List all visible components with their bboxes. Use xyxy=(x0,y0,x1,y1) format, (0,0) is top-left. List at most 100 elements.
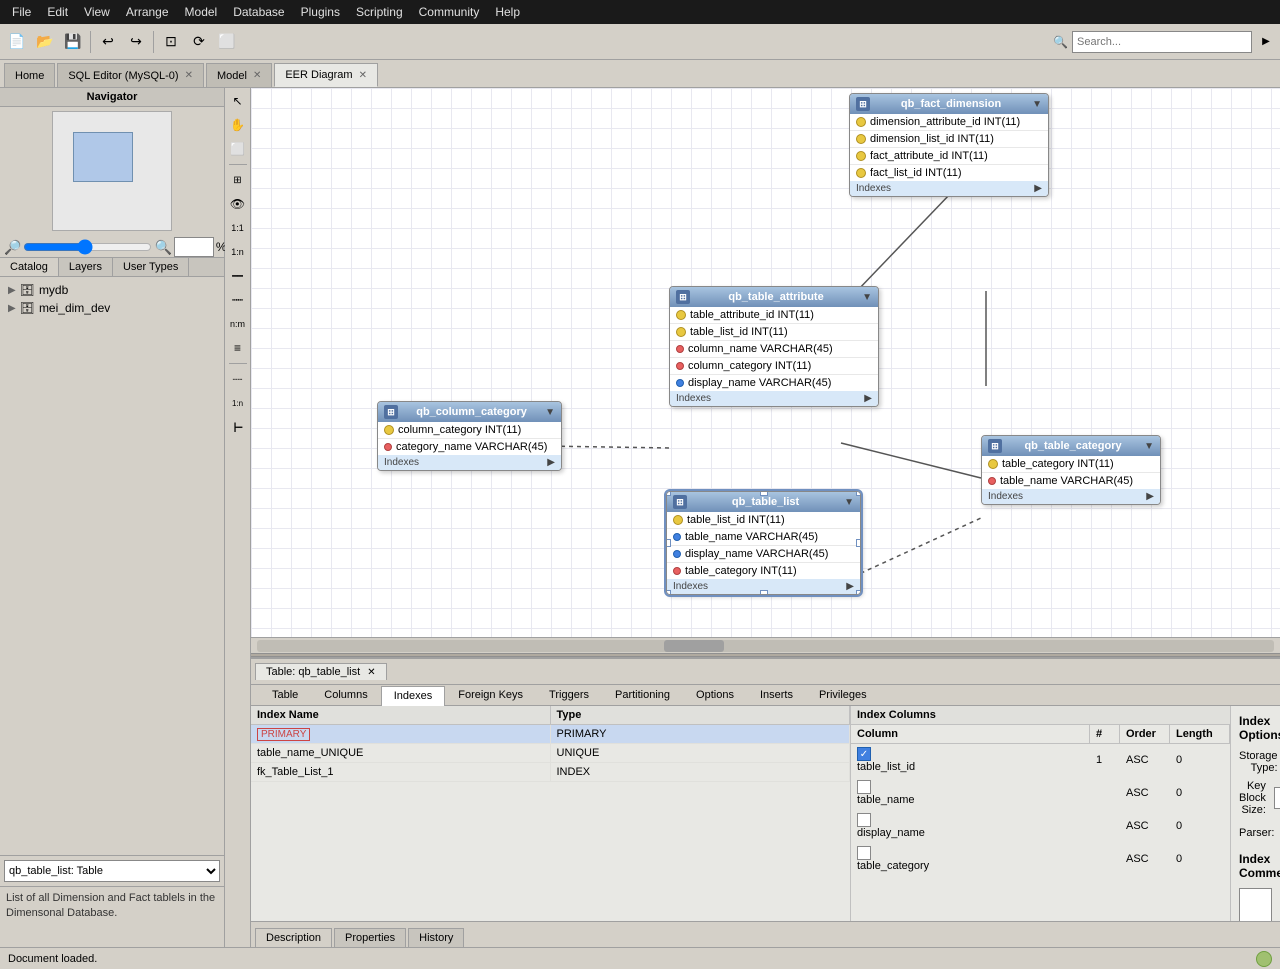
tab-model-close[interactable]: ✕ xyxy=(253,70,261,81)
print-button[interactable]: ⬜ xyxy=(214,29,240,55)
eer-table-footer-attribute[interactable]: Indexes ▶ xyxy=(670,391,878,406)
eer-table-footer-column-category[interactable]: Indexes ▶ xyxy=(378,455,561,470)
bottom-panel-tab-close[interactable]: ✕ xyxy=(367,667,375,678)
editor-tab-options[interactable]: Options xyxy=(683,685,747,705)
editor-tab-indexes[interactable]: Indexes xyxy=(381,686,446,706)
menu-help[interactable]: Help xyxy=(487,3,528,21)
indexes-expand-btn[interactable]: ▶ xyxy=(547,457,555,468)
indexes-expand-btn[interactable]: ▶ xyxy=(846,581,854,592)
menu-database[interactable]: Database xyxy=(225,3,292,21)
zoom-in-button[interactable]: 🔍 xyxy=(154,239,171,256)
place-table[interactable]: ≡ xyxy=(227,337,249,359)
menu-scripting[interactable]: Scripting xyxy=(348,3,411,21)
zoom-value-input[interactable]: 100 xyxy=(174,237,214,257)
search-expand-button[interactable]: ▶ xyxy=(1256,29,1276,55)
canvas-scrollbar-horizontal[interactable] xyxy=(251,637,1280,653)
tab-sql-editor-close[interactable]: ✕ xyxy=(185,70,193,81)
relation-ident[interactable]: ┅┅ xyxy=(227,289,249,311)
relation-1-n[interactable]: 1:n xyxy=(227,241,249,263)
panel-tab-user-types[interactable]: User Types xyxy=(113,258,189,276)
eer-table-qb-fact-dimension[interactable]: ⊞ qb_fact_dimension ▼ dimension_attribut… xyxy=(849,93,1049,197)
open-file-button[interactable]: 📂 xyxy=(32,29,58,55)
menu-model[interactable]: Model xyxy=(177,3,226,21)
eer-table-qb-table-attribute[interactable]: ⊞ qb_table_attribute ▼ table_attribute_i… xyxy=(669,286,879,407)
eer-table-header-column-category[interactable]: ⊞ qb_column_category ▼ xyxy=(378,402,561,422)
pointer-tool[interactable]: ↖ xyxy=(227,90,249,112)
index-row-fk[interactable]: fk_Table_List_1 INDEX xyxy=(251,763,850,782)
view-tool[interactable]: 👁 xyxy=(227,193,249,215)
table-menu-btn-attribute[interactable]: ▼ xyxy=(862,292,872,303)
eer-table-qb-table-list[interactable]: ⊞ qb_table_list ▼ table_list_id INT(11) … xyxy=(666,491,861,595)
menu-edit[interactable]: Edit xyxy=(39,3,76,21)
zoom-slider[interactable] xyxy=(23,239,152,255)
icol-cell-checkbox-3[interactable]: display_name xyxy=(851,810,1090,843)
eer-table-qb-column-category[interactable]: ⊞ qb_column_category ▼ column_category I… xyxy=(377,401,562,471)
menu-view[interactable]: View xyxy=(76,3,118,21)
index-row-unique[interactable]: table_name_UNIQUE UNIQUE xyxy=(251,744,850,763)
btm-tab-description[interactable]: Description xyxy=(255,928,332,947)
table-tool[interactable]: ⊞ xyxy=(227,169,249,191)
new-file-button[interactable]: 📄 xyxy=(4,29,30,55)
custom-rel-3[interactable]: ┣━ xyxy=(227,416,249,438)
indexes-expand-btn[interactable]: ▶ xyxy=(1146,491,1154,502)
table-menu-btn-category[interactable]: ▼ xyxy=(1144,441,1154,452)
eraser-tool[interactable]: ⬜ xyxy=(227,138,249,160)
eer-table-qb-table-category[interactable]: ⊞ qb_table_category ▼ table_category INT… xyxy=(981,435,1161,505)
checkbox-unchecked-4[interactable] xyxy=(857,846,871,860)
key-block-size-input[interactable]: 0 xyxy=(1274,787,1280,809)
hand-tool[interactable]: ✋ xyxy=(227,114,249,136)
menu-file[interactable]: File xyxy=(4,3,39,21)
scrollbar-track-h[interactable] xyxy=(257,640,1274,652)
btm-tab-properties[interactable]: Properties xyxy=(334,928,406,947)
menu-community[interactable]: Community xyxy=(411,3,488,21)
search-input[interactable] xyxy=(1072,31,1252,53)
eer-canvas[interactable]: ⊞ qb_fact_dimension ▼ dimension_attribut… xyxy=(251,88,1280,637)
btm-tab-history[interactable]: History xyxy=(408,928,464,947)
table-menu-btn-column-category[interactable]: ▼ xyxy=(545,407,555,418)
tab-sql-editor[interactable]: SQL Editor (MySQL-0) ✕ xyxy=(57,63,204,87)
zoom-out-button[interactable]: 🔎 xyxy=(4,239,21,256)
indexes-expand-btn[interactable]: ▶ xyxy=(864,393,872,404)
eer-table-header-fact-dimension[interactable]: ⊞ qb_fact_dimension ▼ xyxy=(850,94,1048,114)
menu-arrange[interactable]: Arrange xyxy=(118,3,177,21)
indexes-expand-btn[interactable]: ▶ xyxy=(1034,183,1042,194)
redo-button[interactable]: ↪ xyxy=(123,29,149,55)
save-file-button[interactable]: 💾 xyxy=(60,29,86,55)
editor-tab-inserts[interactable]: Inserts xyxy=(747,685,806,705)
eer-table-footer-fact-dimension[interactable]: Indexes ▶ xyxy=(850,181,1048,196)
icol-cell-checkbox-2[interactable]: table_name xyxy=(851,777,1090,810)
icol-cell-checkbox-1[interactable]: ✓ table_list_id xyxy=(851,744,1090,777)
bottom-panel-tab-table[interactable]: Table: qb_table_list ✕ xyxy=(255,663,387,680)
editor-tab-table[interactable]: Table xyxy=(259,685,311,705)
tab-home[interactable]: Home xyxy=(4,63,55,87)
tree-item-mydb[interactable]: ▶ 🗄 mydb xyxy=(4,281,220,299)
undo-button[interactable]: ↩ xyxy=(95,29,121,55)
toggle-button[interactable]: ⊡ xyxy=(158,29,184,55)
tab-model[interactable]: Model ✕ xyxy=(206,63,272,87)
scrollbar-thumb-h[interactable] xyxy=(664,640,724,652)
checkbox-unchecked-2[interactable] xyxy=(857,780,871,794)
eer-table-footer-category[interactable]: Indexes ▶ xyxy=(982,489,1160,504)
panel-tab-catalog[interactable]: Catalog xyxy=(0,258,59,276)
table-menu-btn-fact-dimension[interactable]: ▼ xyxy=(1032,99,1042,110)
relation-non-ident[interactable]: ━━ xyxy=(227,265,249,287)
editor-tab-foreign-keys[interactable]: Foreign Keys xyxy=(445,685,536,705)
eer-table-header-table-category[interactable]: ⊞ qb_table_category ▼ xyxy=(982,436,1160,456)
index-row-primary[interactable]: PRIMARY PRIMARY xyxy=(251,725,850,744)
panel-tab-layers[interactable]: Layers xyxy=(59,258,113,276)
tree-item-mei[interactable]: ▶ 🗄 mei_dim_dev xyxy=(4,299,220,317)
custom-rel-2[interactable]: 1:n xyxy=(227,392,249,414)
editor-tab-privileges[interactable]: Privileges xyxy=(806,685,880,705)
checkbox-checked-1[interactable]: ✓ xyxy=(857,747,871,761)
icol-cell-checkbox-4[interactable]: table_category xyxy=(851,843,1090,876)
object-select-dropdown[interactable]: qb_table_list: Table xyxy=(4,860,220,882)
navigator-preview[interactable] xyxy=(52,111,172,231)
menu-plugins[interactable]: Plugins xyxy=(293,3,348,21)
table-menu-btn-table-list[interactable]: ▼ xyxy=(844,497,854,508)
tab-eer-diagram[interactable]: EER Diagram ✕ xyxy=(274,63,378,87)
relation-1-1[interactable]: 1:1 xyxy=(227,217,249,239)
custom-rel-1[interactable]: ╌╌ xyxy=(227,368,249,390)
editor-tab-columns[interactable]: Columns xyxy=(311,685,380,705)
eer-table-header-table-attribute[interactable]: ⊞ qb_table_attribute ▼ xyxy=(670,287,878,307)
tab-eer-close[interactable]: ✕ xyxy=(359,70,367,81)
